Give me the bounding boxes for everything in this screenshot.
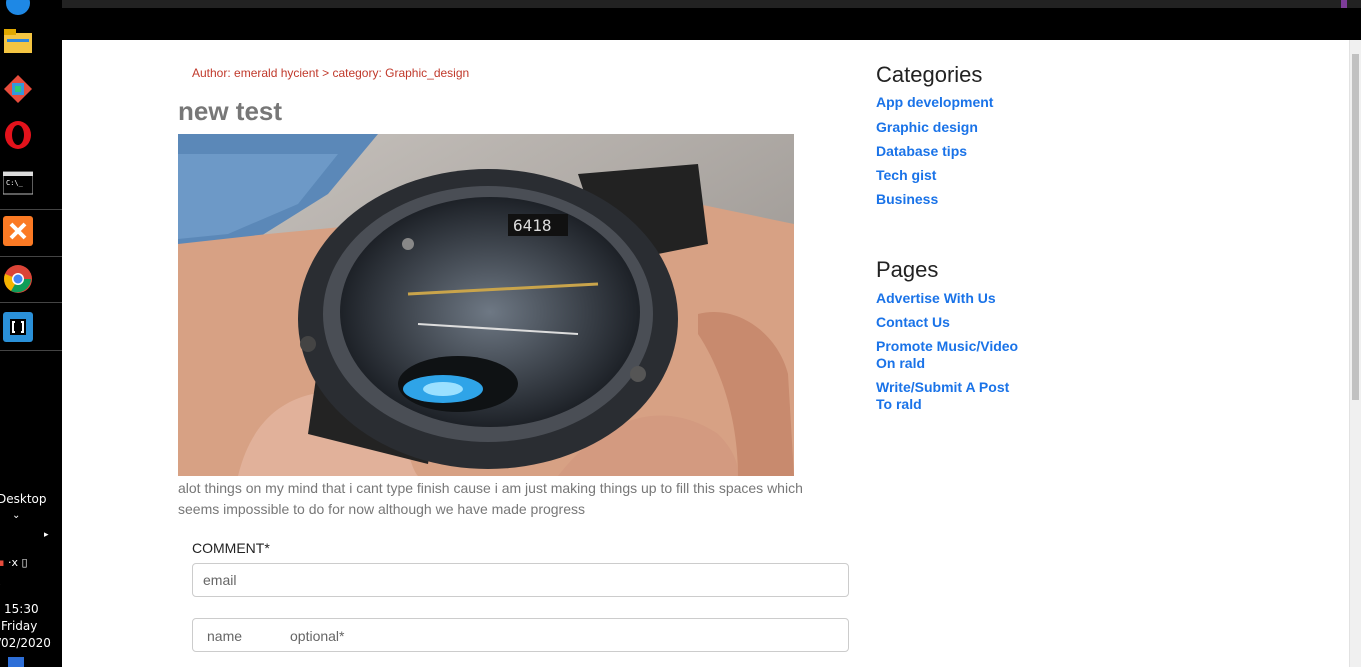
browser-top-bar [62,0,1361,40]
scrollbar-thumb[interactable] [1352,54,1359,400]
name-field-label: name [207,628,243,644]
svg-text:C:\_: C:\_ [6,179,24,187]
git-icon[interactable] [3,74,33,104]
breadcrumb-author[interactable]: Author: emerald hycient [192,66,319,80]
clock-time[interactable]: 15:30 [4,602,39,616]
comment-label: COMMENT* [192,540,270,556]
taskbar: C:\_ Desktop ⌄ ▸ ▪ ·x ▯ ) 15:30 Friday /… [0,0,62,667]
chevron-down-icon[interactable]: ⌄ [12,510,20,521]
desktop-label[interactable]: Desktop [0,492,47,506]
clock-date[interactable]: /02/2020 [0,636,51,650]
chevron-right-icon[interactable]: ▸ [44,530,49,540]
window-accent [1341,0,1347,8]
tab-strip [62,0,1361,8]
category-link-tech-gist[interactable]: Tech gist [876,167,1046,184]
svg-text:6418: 6418 [513,216,552,235]
clock-day[interactable]: Friday [1,619,37,633]
page-link-promote[interactable]: Promote Music/Video On rald [876,338,1026,372]
taskbar-divider [0,350,62,351]
web-page: Author: emerald hycient > category: Grap… [62,40,1349,667]
tray-arrow-icon: ) [0,580,1,591]
category-link-business[interactable]: Business [876,191,1046,208]
post-image: 6418 [178,134,794,476]
xampp-icon[interactable] [3,216,33,246]
brackets-icon[interactable] [3,312,33,342]
name-field[interactable]: name optional* [192,618,849,652]
category-link-app-development[interactable]: App development [876,94,1046,111]
breadcrumb-category[interactable]: category: Graphic_design [332,66,469,80]
taskbar-divider [0,256,62,257]
breadcrumb-separator: > [322,66,330,80]
page-scrollbar[interactable] [1349,40,1361,667]
taskbar-divider [0,302,62,303]
taskbar-divider [0,209,62,210]
category-link-graphic-design[interactable]: Graphic design [876,119,1046,136]
page-link-contact[interactable]: Contact Us [876,314,1046,331]
email-field[interactable] [192,563,849,597]
page-link-advertise[interactable]: Advertise With Us [876,290,1046,307]
opera-icon[interactable] [3,120,33,150]
breadcrumb: Author: emerald hycient > category: Grap… [192,66,469,80]
category-link-database-tips[interactable]: Database tips [876,143,1046,160]
file-explorer-icon[interactable] [3,26,33,56]
tray-icons[interactable]: ▪ ·x ▯ [0,556,28,569]
browser-icon[interactable] [3,0,33,18]
notification-icon[interactable] [8,657,24,667]
command-prompt-icon[interactable]: C:\_ [3,168,33,198]
optional-label: optional* [290,628,345,644]
categories-heading: Categories [876,62,983,87]
post-title: new test [178,96,283,126]
page-link-submit-post[interactable]: Write/Submit A Post To rald [876,379,1026,413]
chrome-icon[interactable] [3,264,33,294]
pages-heading: Pages [876,257,939,282]
post-body: alot things on my mind that i cant type … [178,480,803,517]
